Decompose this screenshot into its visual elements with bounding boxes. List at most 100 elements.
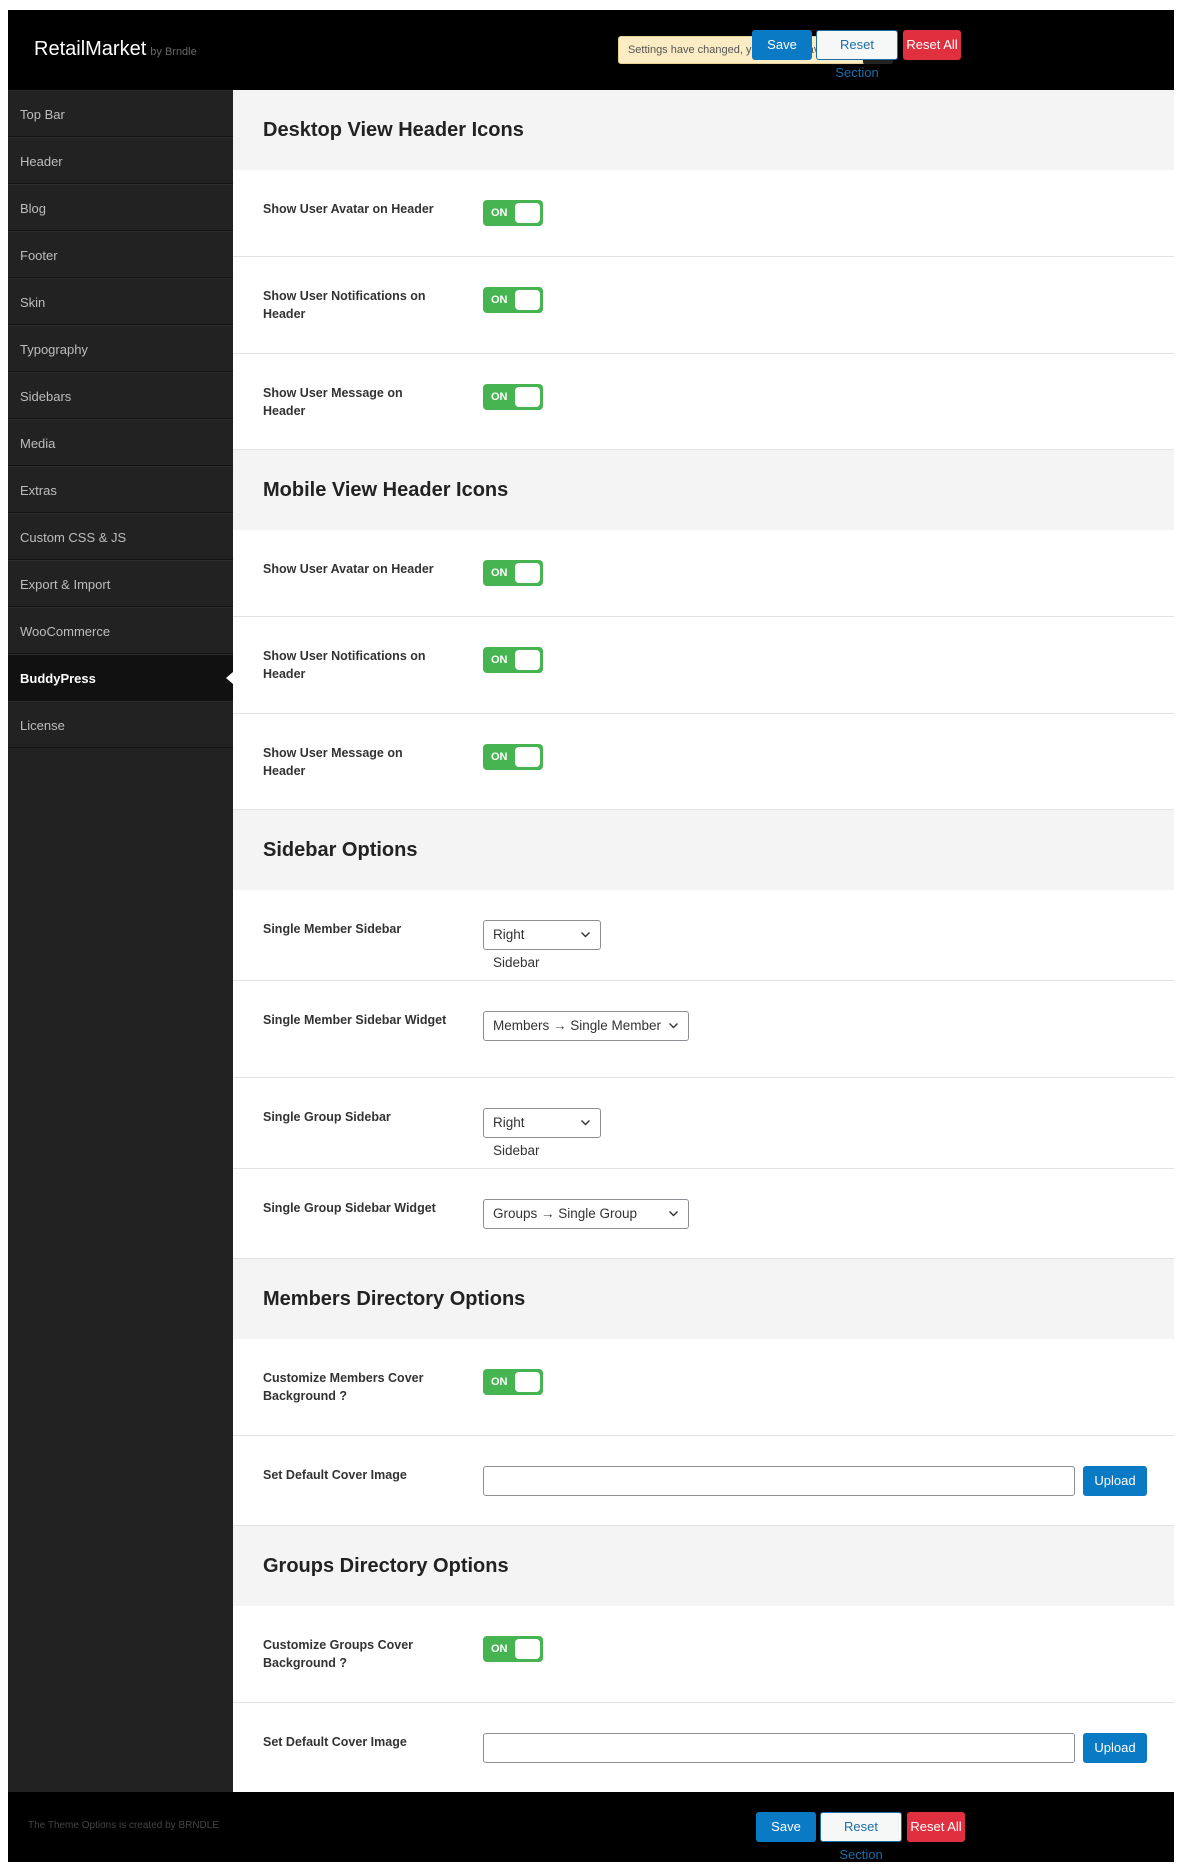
option-label: Show User Notifications on Header [263, 289, 426, 321]
groups-upload-button[interactable]: Upload [1083, 1733, 1147, 1763]
option-label: Show User Message on Header [263, 386, 403, 418]
select-value: Groups → Single Group [493, 1206, 638, 1221]
section-title-sidebar-options: Sidebar Options [233, 810, 1174, 890]
chevron-down-icon [581, 1120, 590, 1126]
toggle-state: ON [491, 1376, 508, 1388]
main-content: Desktop View Header Icons Show User Avat… [233, 90, 1174, 1793]
toggle-switch[interactable]: ON [483, 1369, 543, 1395]
reset-all-button[interactable]: Reset All [903, 30, 961, 60]
toggle-state: ON [491, 751, 508, 763]
sidebar-item-skin[interactable]: Skin [8, 278, 233, 325]
save-button[interactable]: Save [752, 30, 812, 60]
option-row: Single Group Sidebar Right Sidebar [233, 1078, 1174, 1169]
option-label: Single Group Sidebar [263, 1110, 391, 1124]
top-bar: RetailMarket by Brndle Settings have chan… [8, 10, 1174, 90]
toggle-switch[interactable]: ON [483, 384, 543, 410]
section-title-members-directory: Members Directory Options [233, 1259, 1174, 1339]
toggle-knob [515, 290, 540, 310]
option-label: Show User Avatar on Header [263, 202, 434, 216]
toggle-switch[interactable]: ON [483, 647, 543, 673]
members-cover-image-input[interactable] [483, 1466, 1075, 1496]
toggle-knob [515, 1639, 540, 1659]
option-label: Single Group Sidebar Widget [263, 1201, 436, 1215]
option-label: Set Default Cover Image [263, 1735, 407, 1749]
toggle-switch[interactable]: ON [483, 560, 543, 586]
option-label: Show User Avatar on Header [263, 562, 434, 576]
brand-by: by Brndle [150, 46, 197, 58]
sidebar-item-extras[interactable]: Extras [8, 466, 233, 513]
sidebar-item-custom-css-js[interactable]: Custom CSS & JS [8, 513, 233, 560]
toggle-state: ON [491, 567, 508, 579]
toggle-knob [515, 563, 540, 583]
toggle-knob [515, 1372, 540, 1392]
option-row: Show User Message on Header ON [233, 354, 1174, 450]
section-title-groups-directory: Groups Directory Options [233, 1526, 1174, 1606]
sidebar: Top Bar Header Blog Footer Skin Typograp… [8, 90, 233, 1792]
section-title-mobile: Mobile View Header Icons [233, 450, 1174, 530]
sidebar-item-woocommerce[interactable]: WooCommerce [8, 607, 233, 654]
toggle-knob [515, 747, 540, 767]
sidebar-item-footer[interactable]: Footer [8, 231, 233, 278]
single-member-sidebar-select[interactable]: Right Sidebar [483, 920, 601, 970]
groups-cover-image-input[interactable] [483, 1733, 1075, 1763]
footer-save-button[interactable]: Save [756, 1812, 816, 1842]
toggle-switch[interactable]: ON [483, 744, 543, 770]
option-row: Show User Avatar on Header ON [233, 530, 1174, 617]
sidebar-item-buddypress[interactable]: BuddyPress [8, 654, 233, 701]
option-label: Customize Groups Cover Background ? [263, 1638, 414, 1670]
sidebar-item-media[interactable]: Media [8, 419, 233, 466]
sidebar-item-typography[interactable]: Typography [8, 325, 233, 372]
toggle-switch[interactable]: ON [483, 1636, 543, 1662]
toggle-knob [515, 387, 540, 407]
toggle-knob [515, 203, 540, 223]
sidebar-item-header[interactable]: Header [8, 137, 233, 184]
chevron-down-icon [669, 1023, 678, 1029]
single-group-sidebar-select[interactable]: Right Sidebar [483, 1108, 601, 1158]
sidebar-item-sidebars[interactable]: Sidebars [8, 372, 233, 419]
sidebar-item-export-import[interactable]: Export & Import [8, 560, 233, 607]
single-member-widget-select[interactable]: Members → Single Member [483, 1011, 689, 1041]
option-row: Show User Notifications on Header ON [233, 617, 1174, 714]
toggle-state: ON [491, 1643, 508, 1655]
footer-reset-section-button[interactable]: Reset Section [820, 1812, 902, 1862]
option-label: Show User Notifications on Header [263, 649, 426, 681]
option-label: Customize Members Cover Background ? [263, 1371, 424, 1403]
sidebar-item-top-bar[interactable]: Top Bar [8, 90, 233, 137]
chevron-down-icon [669, 1211, 678, 1217]
chevron-down-icon [581, 932, 590, 938]
brand-name: RetailMarket [34, 38, 147, 60]
option-label: Single Member Sidebar Widget [263, 1013, 447, 1027]
footer-credit: The Theme Options is created by BRNDLE [28, 1820, 220, 1831]
members-upload-button[interactable]: Upload [1083, 1466, 1147, 1496]
option-row: Show User Avatar on Header ON [233, 170, 1174, 257]
toggle-knob [515, 650, 540, 670]
option-label: Single Member Sidebar [263, 922, 402, 936]
select-value: Right Sidebar [493, 927, 540, 970]
toggle-state: ON [491, 654, 508, 666]
option-row: Single Member Sidebar Right Sidebar [233, 890, 1174, 981]
reset-section-button[interactable]: Reset Section [816, 30, 898, 80]
option-row: Set Default Cover Image Upload [233, 1703, 1174, 1793]
select-value: Members → Single Member [493, 1018, 662, 1033]
brand: RetailMarket by Brndle [34, 38, 197, 61]
section-title-desktop: Desktop View Header Icons [233, 90, 1174, 170]
option-label: Show User Message on Header [263, 746, 403, 778]
option-row: Show User Notifications on Header ON [233, 257, 1174, 354]
sidebar-item-blog[interactable]: Blog [8, 184, 233, 231]
toggle-state: ON [491, 391, 508, 403]
single-group-widget-select[interactable]: Groups → Single Group [483, 1199, 689, 1229]
sidebar-item-license[interactable]: License [8, 701, 233, 748]
theme-options-panel: RetailMarket by Brndle Settings have chan… [8, 10, 1174, 1862]
toggle-switch[interactable]: ON [483, 287, 543, 313]
option-row: Set Default Cover Image Upload [233, 1436, 1174, 1526]
footer-reset-all-button[interactable]: Reset All [907, 1812, 965, 1842]
option-row: Single Member Sidebar Widget Members → S… [233, 981, 1174, 1078]
option-label: Set Default Cover Image [263, 1468, 407, 1482]
option-row: Customize Groups Cover Background ? ON [233, 1606, 1174, 1703]
option-row: Customize Members Cover Background ? ON [233, 1339, 1174, 1436]
select-value: Right Sidebar [493, 1115, 540, 1158]
option-row: Single Group Sidebar Widget Groups → Sin… [233, 1169, 1174, 1259]
toggle-state: ON [491, 207, 508, 219]
option-row: Show User Message on Header ON [233, 714, 1174, 810]
toggle-switch[interactable]: ON [483, 200, 543, 226]
